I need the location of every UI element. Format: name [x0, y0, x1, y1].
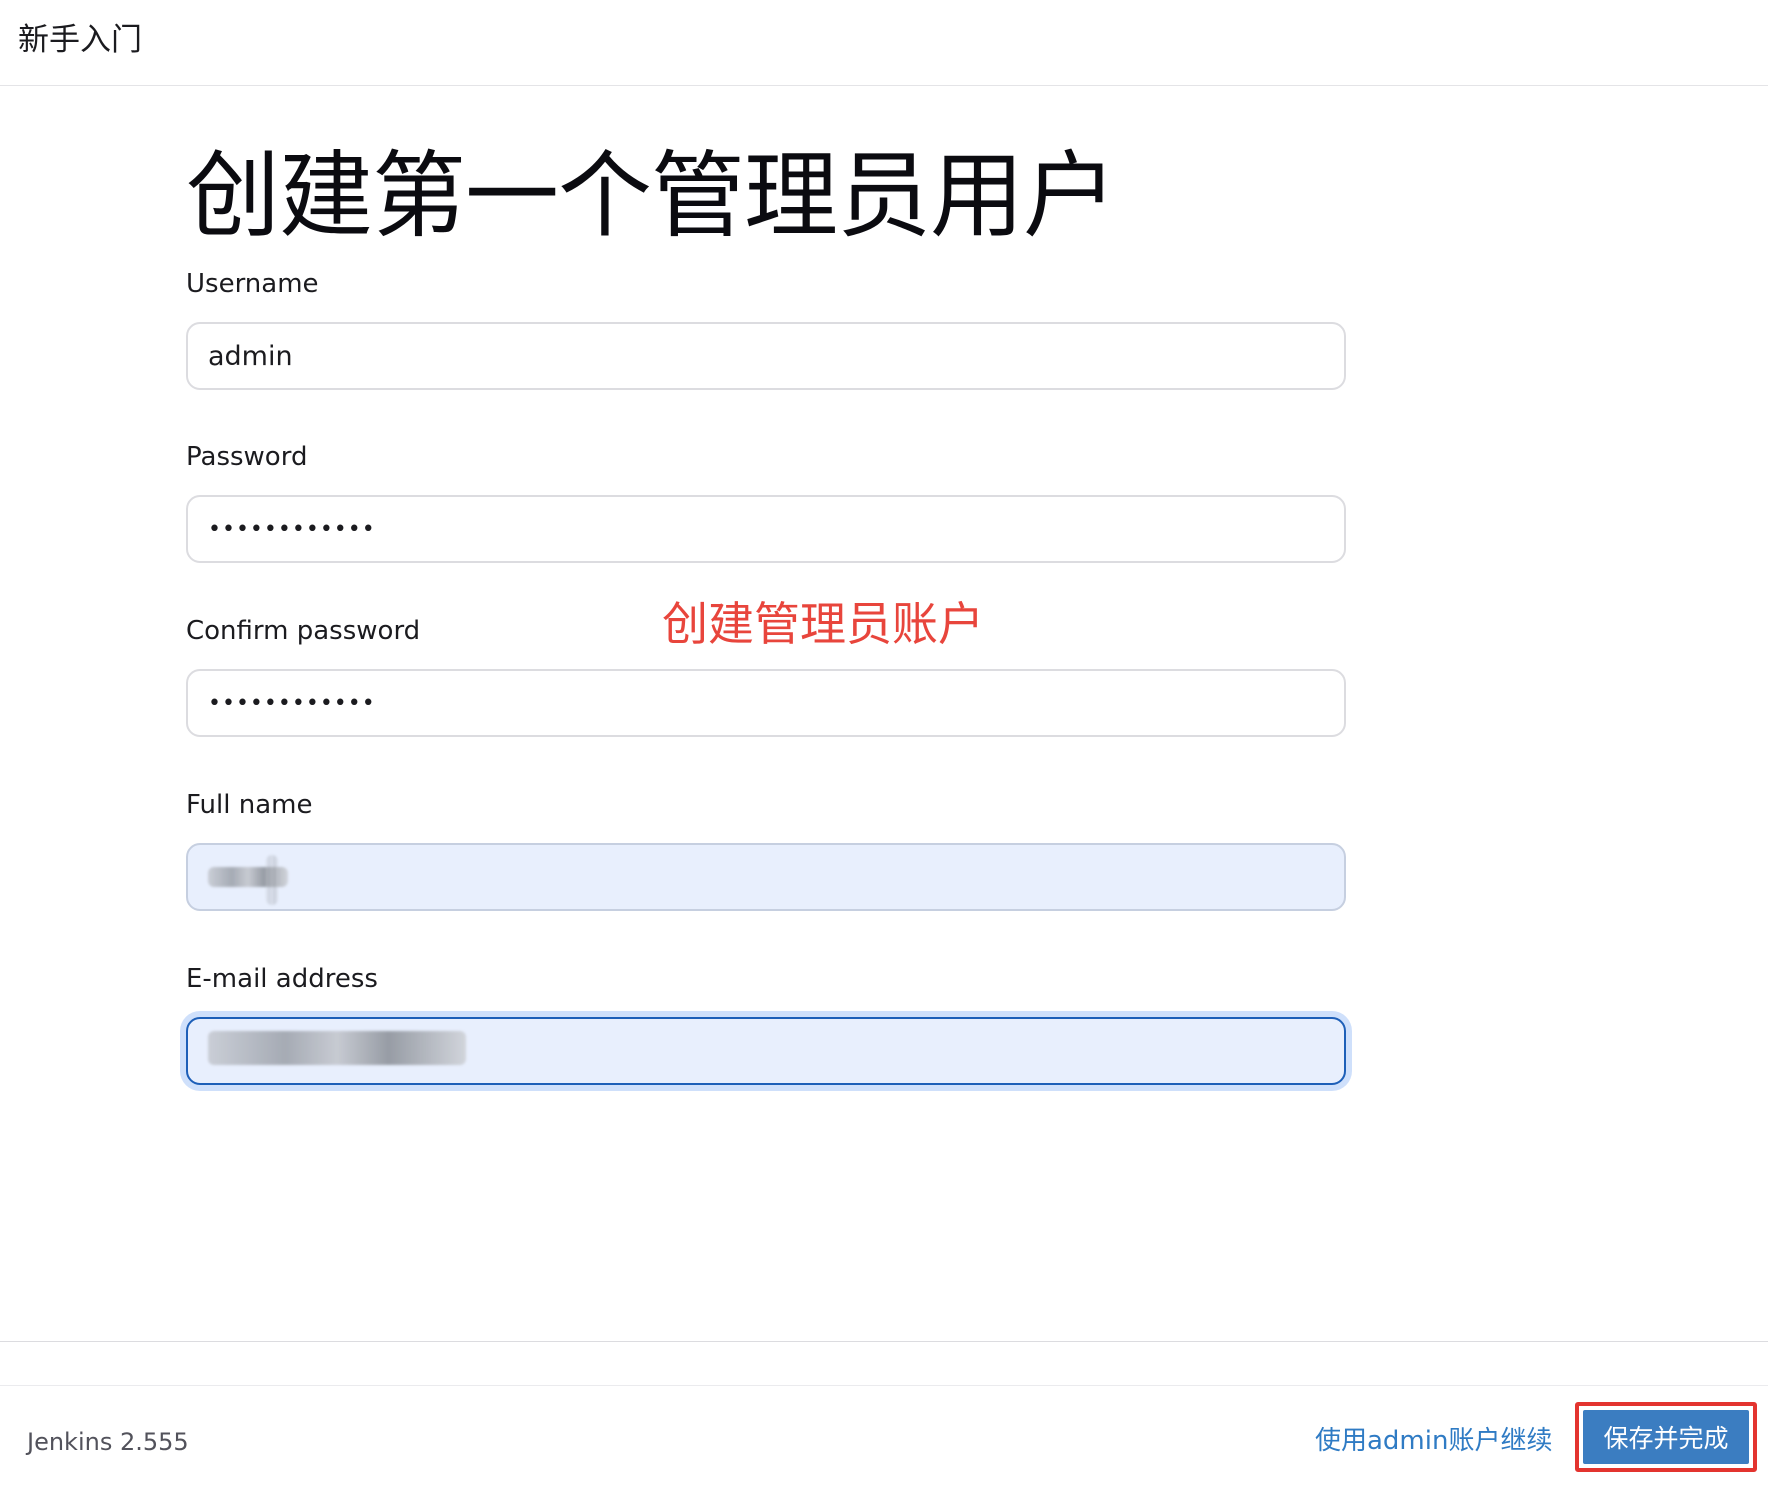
- full-name-label: Full name: [186, 790, 313, 820]
- email-redaction: [208, 1031, 466, 1065]
- confirm-password-input[interactable]: [186, 669, 1346, 737]
- header: 新手入门: [0, 0, 1768, 86]
- password-input[interactable]: [186, 495, 1346, 563]
- footer-divider-secondary: [0, 1385, 1768, 1386]
- footer-divider: [0, 1341, 1768, 1342]
- page-title: 创建第一个管理员用户: [186, 142, 1117, 251]
- annotation-label: 创建管理员账户: [662, 597, 984, 651]
- full-name-input[interactable]: [186, 843, 1346, 911]
- full-name-redaction-accent: [266, 855, 278, 905]
- confirm-password-label: Confirm password: [186, 616, 421, 646]
- username-input[interactable]: [186, 322, 1346, 390]
- continue-as-admin-link[interactable]: 使用admin账户继续: [1315, 1422, 1552, 1460]
- page: 新手入门 创建第一个管理员用户 Username Password Confir…: [0, 0, 1768, 1490]
- username-label: Username: [186, 269, 319, 299]
- password-label: Password: [186, 442, 308, 472]
- email-label: E-mail address: [186, 964, 378, 994]
- jenkins-version: Jenkins 2.555: [27, 1428, 189, 1456]
- save-and-finish-button[interactable]: 保存并完成: [1583, 1410, 1749, 1464]
- header-title: 新手入门: [18, 22, 142, 58]
